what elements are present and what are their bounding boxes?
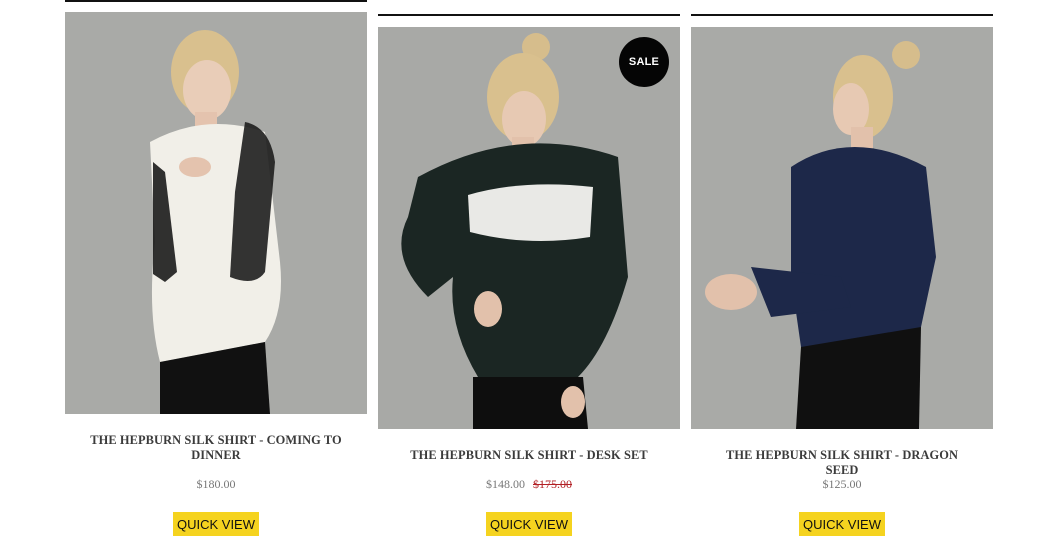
- product-image[interactable]: SALE: [378, 27, 680, 429]
- divider: [65, 0, 367, 2]
- divider: [378, 14, 680, 16]
- compare-price: $175.00: [533, 477, 572, 491]
- product-title[interactable]: THE HEPBURN SILK SHIRT - DRAGON SEED: [691, 448, 993, 478]
- product-image[interactable]: [65, 12, 367, 414]
- sale-badge: SALE: [619, 37, 669, 87]
- quick-view-button[interactable]: QUICK VIEW: [799, 512, 885, 536]
- product-price: $148.00: [486, 477, 525, 491]
- product-title[interactable]: THE HEPBURN SILK SHIRT - DESK SET: [378, 448, 680, 463]
- quick-view-button[interactable]: QUICK VIEW: [486, 512, 572, 536]
- product-price-row: $148.00 $175.00: [378, 477, 680, 492]
- product-price: $180.00: [196, 477, 236, 491]
- product-price-row: $180.00: [65, 477, 367, 492]
- product-image[interactable]: [691, 27, 993, 429]
- product-price-row: $125.00: [691, 477, 993, 492]
- product-title[interactable]: THE HEPBURN SILK SHIRT - COMING TO DINNE…: [65, 433, 367, 463]
- divider: [691, 14, 993, 16]
- product-price: $125.00: [822, 477, 862, 491]
- quick-view-button[interactable]: QUICK VIEW: [173, 512, 259, 536]
